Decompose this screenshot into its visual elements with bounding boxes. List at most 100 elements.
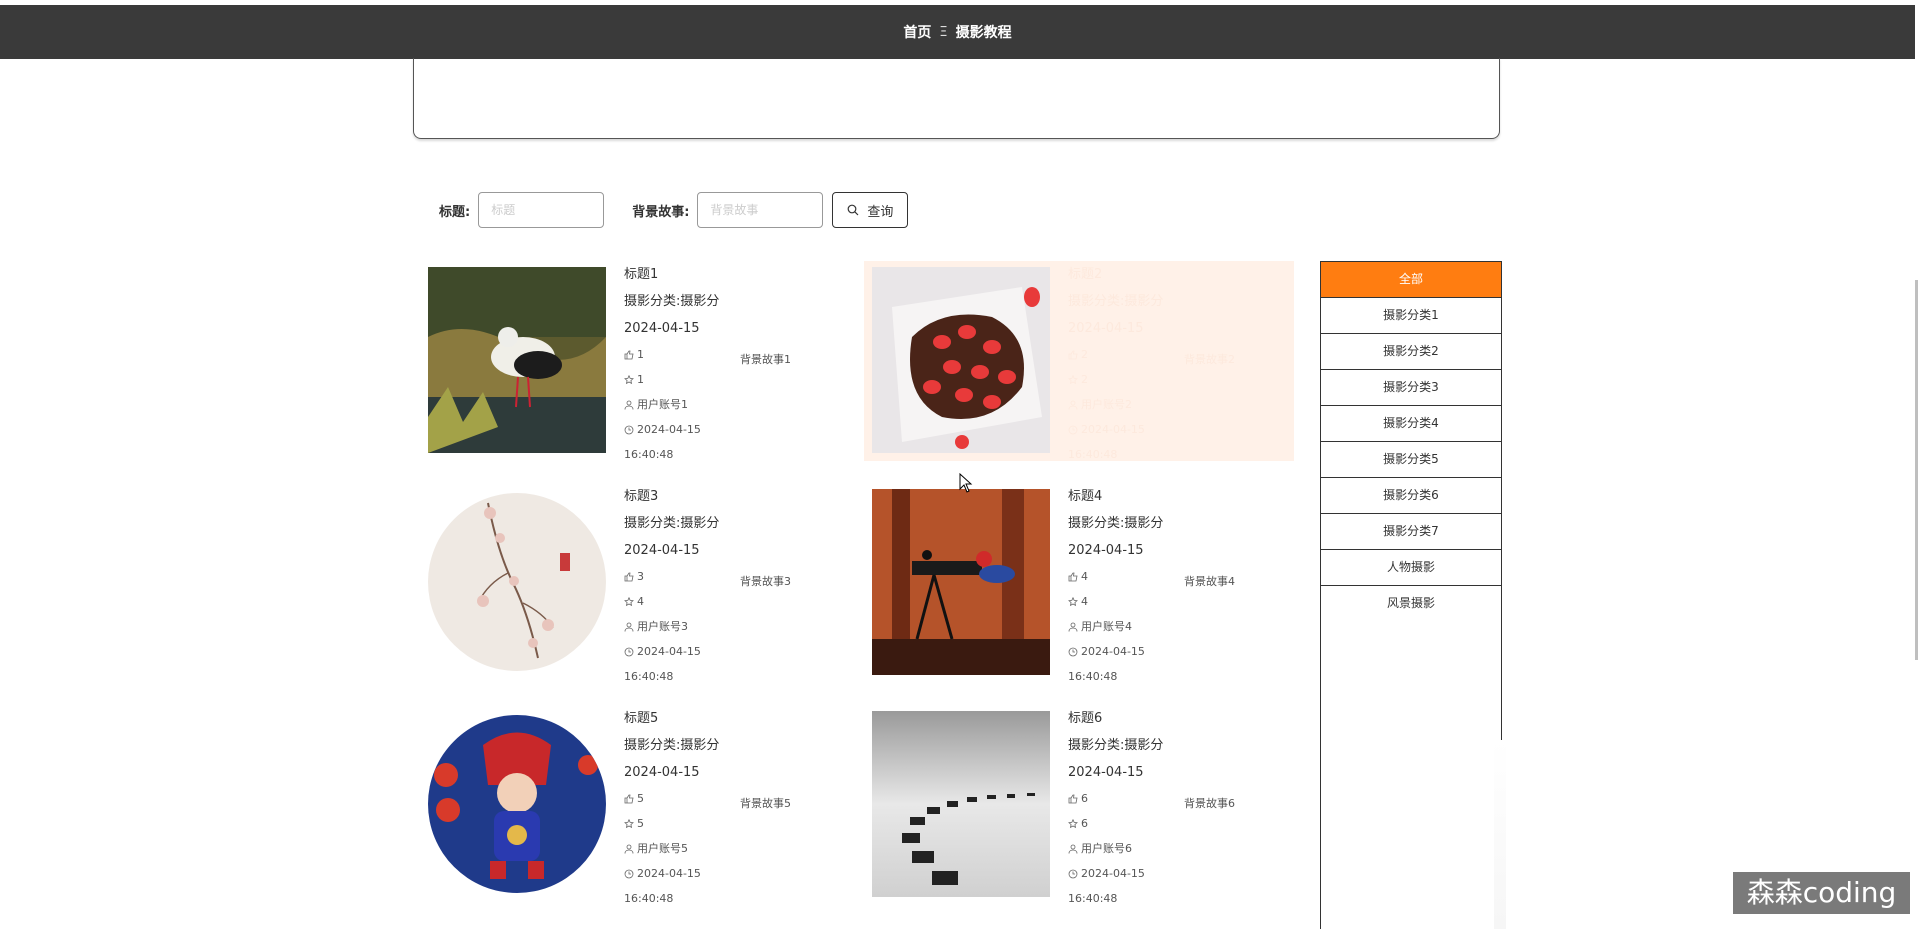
card-likes: 1 xyxy=(637,348,644,361)
photo-card[interactable]: 标题4 摄影分类:摄影分 2024-04-15 4 4 用户账号4 2024-0… xyxy=(864,483,1294,683)
title-input-box[interactable] xyxy=(478,192,605,228)
card-user: 用户账号4 xyxy=(1081,620,1132,633)
card-time-date: 2024-04-15 xyxy=(1081,867,1145,880)
card-time-clock: 16:40:48 xyxy=(1068,670,1118,683)
card-category: 摄影分类:摄影分 xyxy=(1068,516,1164,531)
card-favorites: 4 xyxy=(1081,595,1088,608)
photo-thumbnail[interactable] xyxy=(428,493,606,671)
user-icon xyxy=(624,844,634,854)
card-user: 用户账号6 xyxy=(1081,842,1132,855)
card-likes: 6 xyxy=(1081,792,1088,805)
card-title[interactable]: 标题6 xyxy=(1068,705,1208,732)
category-sidebar: 全部 摄影分类1 摄影分类2 摄影分类3 摄影分类4 摄影分类5 摄影分类6 摄… xyxy=(1320,261,1502,929)
card-likes: 2 xyxy=(1081,348,1088,361)
card-likes: 4 xyxy=(1081,570,1088,583)
star-icon xyxy=(1068,818,1078,828)
card-story: 背景故事5 xyxy=(740,797,791,810)
user-icon xyxy=(624,400,634,410)
clock-icon xyxy=(1068,869,1078,878)
card-date: 2024-04-15 xyxy=(1068,543,1144,558)
user-icon xyxy=(1068,400,1078,410)
card-date: 2024-04-15 xyxy=(1068,765,1144,780)
card-favorites: 5 xyxy=(637,817,644,830)
card-story: 背景故事2 xyxy=(1184,353,1235,366)
story-input-box[interactable] xyxy=(697,192,824,228)
card-story: 背景故事6 xyxy=(1184,797,1235,810)
card-category: 摄影分类:摄影分 xyxy=(624,738,720,753)
nav-separator: Ξ xyxy=(939,24,948,40)
photo-card[interactable]: 标题1 摄影分类:摄影分 2024-04-15 1 1 用户账号1 2024-0… xyxy=(420,261,850,461)
clock-icon xyxy=(624,647,634,656)
thumbs-up-icon xyxy=(1068,794,1078,803)
star-icon xyxy=(1068,596,1078,606)
star-icon xyxy=(1068,374,1078,384)
card-time-clock: 16:40:48 xyxy=(624,448,674,461)
thumbs-up-icon xyxy=(1068,572,1078,581)
card-story: 背景故事1 xyxy=(740,353,791,366)
nav-current-page[interactable]: 摄影教程 xyxy=(956,22,1012,42)
search-bar: 标题: 背景故事: 查询 xyxy=(439,191,909,229)
card-title[interactable]: 标题3 xyxy=(624,483,764,510)
card-likes: 3 xyxy=(637,570,644,583)
edge-shade xyxy=(1494,740,1506,929)
card-user: 用户账号5 xyxy=(637,842,688,855)
photo-card[interactable]: 标题6 摄影分类:摄影分 2024-04-15 6 6 用户账号6 2024-0… xyxy=(864,705,1294,905)
category-item-1[interactable]: 摄影分类1 xyxy=(1321,298,1501,334)
nav-home-link[interactable]: 首页 xyxy=(903,22,931,42)
card-title[interactable]: 标题4 xyxy=(1068,483,1208,510)
story-input[interactable] xyxy=(708,202,813,218)
search-button-label: 查询 xyxy=(867,204,894,220)
category-item-7[interactable]: 摄影分类7 xyxy=(1321,514,1501,550)
photo-card[interactable]: 标题5 摄影分类:摄影分 2024-04-15 5 5 用户账号5 2024-0… xyxy=(420,705,850,905)
title-input[interactable] xyxy=(489,202,594,218)
star-icon xyxy=(624,818,634,828)
clock-icon xyxy=(1068,647,1078,656)
clock-icon xyxy=(624,869,634,878)
thumbs-up-icon xyxy=(624,350,634,359)
card-time-date: 2024-04-15 xyxy=(637,867,701,880)
thumbs-up-icon xyxy=(624,572,634,581)
card-category: 摄影分类:摄影分 xyxy=(1068,738,1164,753)
photo-thumbnail[interactable] xyxy=(428,267,606,453)
search-button[interactable]: 查询 xyxy=(832,192,909,228)
card-time-date: 2024-04-15 xyxy=(637,423,701,436)
category-item-5[interactable]: 摄影分类5 xyxy=(1321,442,1501,478)
title-label: 标题: xyxy=(439,204,471,220)
category-item-landscape[interactable]: 风景摄影 xyxy=(1321,586,1501,621)
photo-thumbnail[interactable] xyxy=(872,489,1050,675)
story-label: 背景故事: xyxy=(632,204,690,220)
photo-card[interactable]: 标题2 摄影分类:摄影分 2024-04-15 2 2 用户账号2 2024-0… xyxy=(864,261,1294,461)
card-time-date: 2024-04-15 xyxy=(1081,645,1145,658)
mouse-cursor-icon xyxy=(959,473,973,493)
clock-icon xyxy=(624,425,634,434)
thumbs-up-icon xyxy=(1068,350,1078,359)
card-time-date: 2024-04-15 xyxy=(637,645,701,658)
category-item-2[interactable]: 摄影分类2 xyxy=(1321,334,1501,370)
card-favorites: 1 xyxy=(637,373,644,386)
card-title[interactable]: 标题1 xyxy=(624,261,764,288)
card-story: 背景故事3 xyxy=(740,575,791,588)
category-item-3[interactable]: 摄影分类3 xyxy=(1321,370,1501,406)
category-item-6[interactable]: 摄影分类6 xyxy=(1321,478,1501,514)
photo-thumbnail[interactable] xyxy=(872,267,1050,453)
photo-thumbnail[interactable] xyxy=(872,711,1050,897)
card-user: 用户账号2 xyxy=(1081,398,1132,411)
user-icon xyxy=(1068,844,1078,854)
card-favorites: 2 xyxy=(1081,373,1088,386)
card-likes: 5 xyxy=(637,792,644,805)
category-item-portrait[interactable]: 人物摄影 xyxy=(1321,550,1501,586)
category-item-all[interactable]: 全部 xyxy=(1321,262,1501,298)
card-favorites: 6 xyxy=(1081,817,1088,830)
card-title[interactable]: 标题5 xyxy=(624,705,764,732)
card-date: 2024-04-15 xyxy=(1068,321,1144,336)
card-category: 摄影分类:摄影分 xyxy=(624,294,720,309)
photo-thumbnail[interactable] xyxy=(428,715,606,893)
card-title[interactable]: 标题2 xyxy=(1068,261,1208,288)
photo-card[interactable]: 标题3 摄影分类:摄影分 2024-04-15 3 4 用户账号3 2024-0… xyxy=(420,483,850,683)
page-scrollbar[interactable] xyxy=(1915,280,1918,660)
category-item-4[interactable]: 摄影分类4 xyxy=(1321,406,1501,442)
card-time-clock: 16:40:48 xyxy=(624,892,674,905)
card-date: 2024-04-15 xyxy=(624,765,700,780)
card-date: 2024-04-15 xyxy=(624,543,700,558)
card-user: 用户账号3 xyxy=(637,620,688,633)
